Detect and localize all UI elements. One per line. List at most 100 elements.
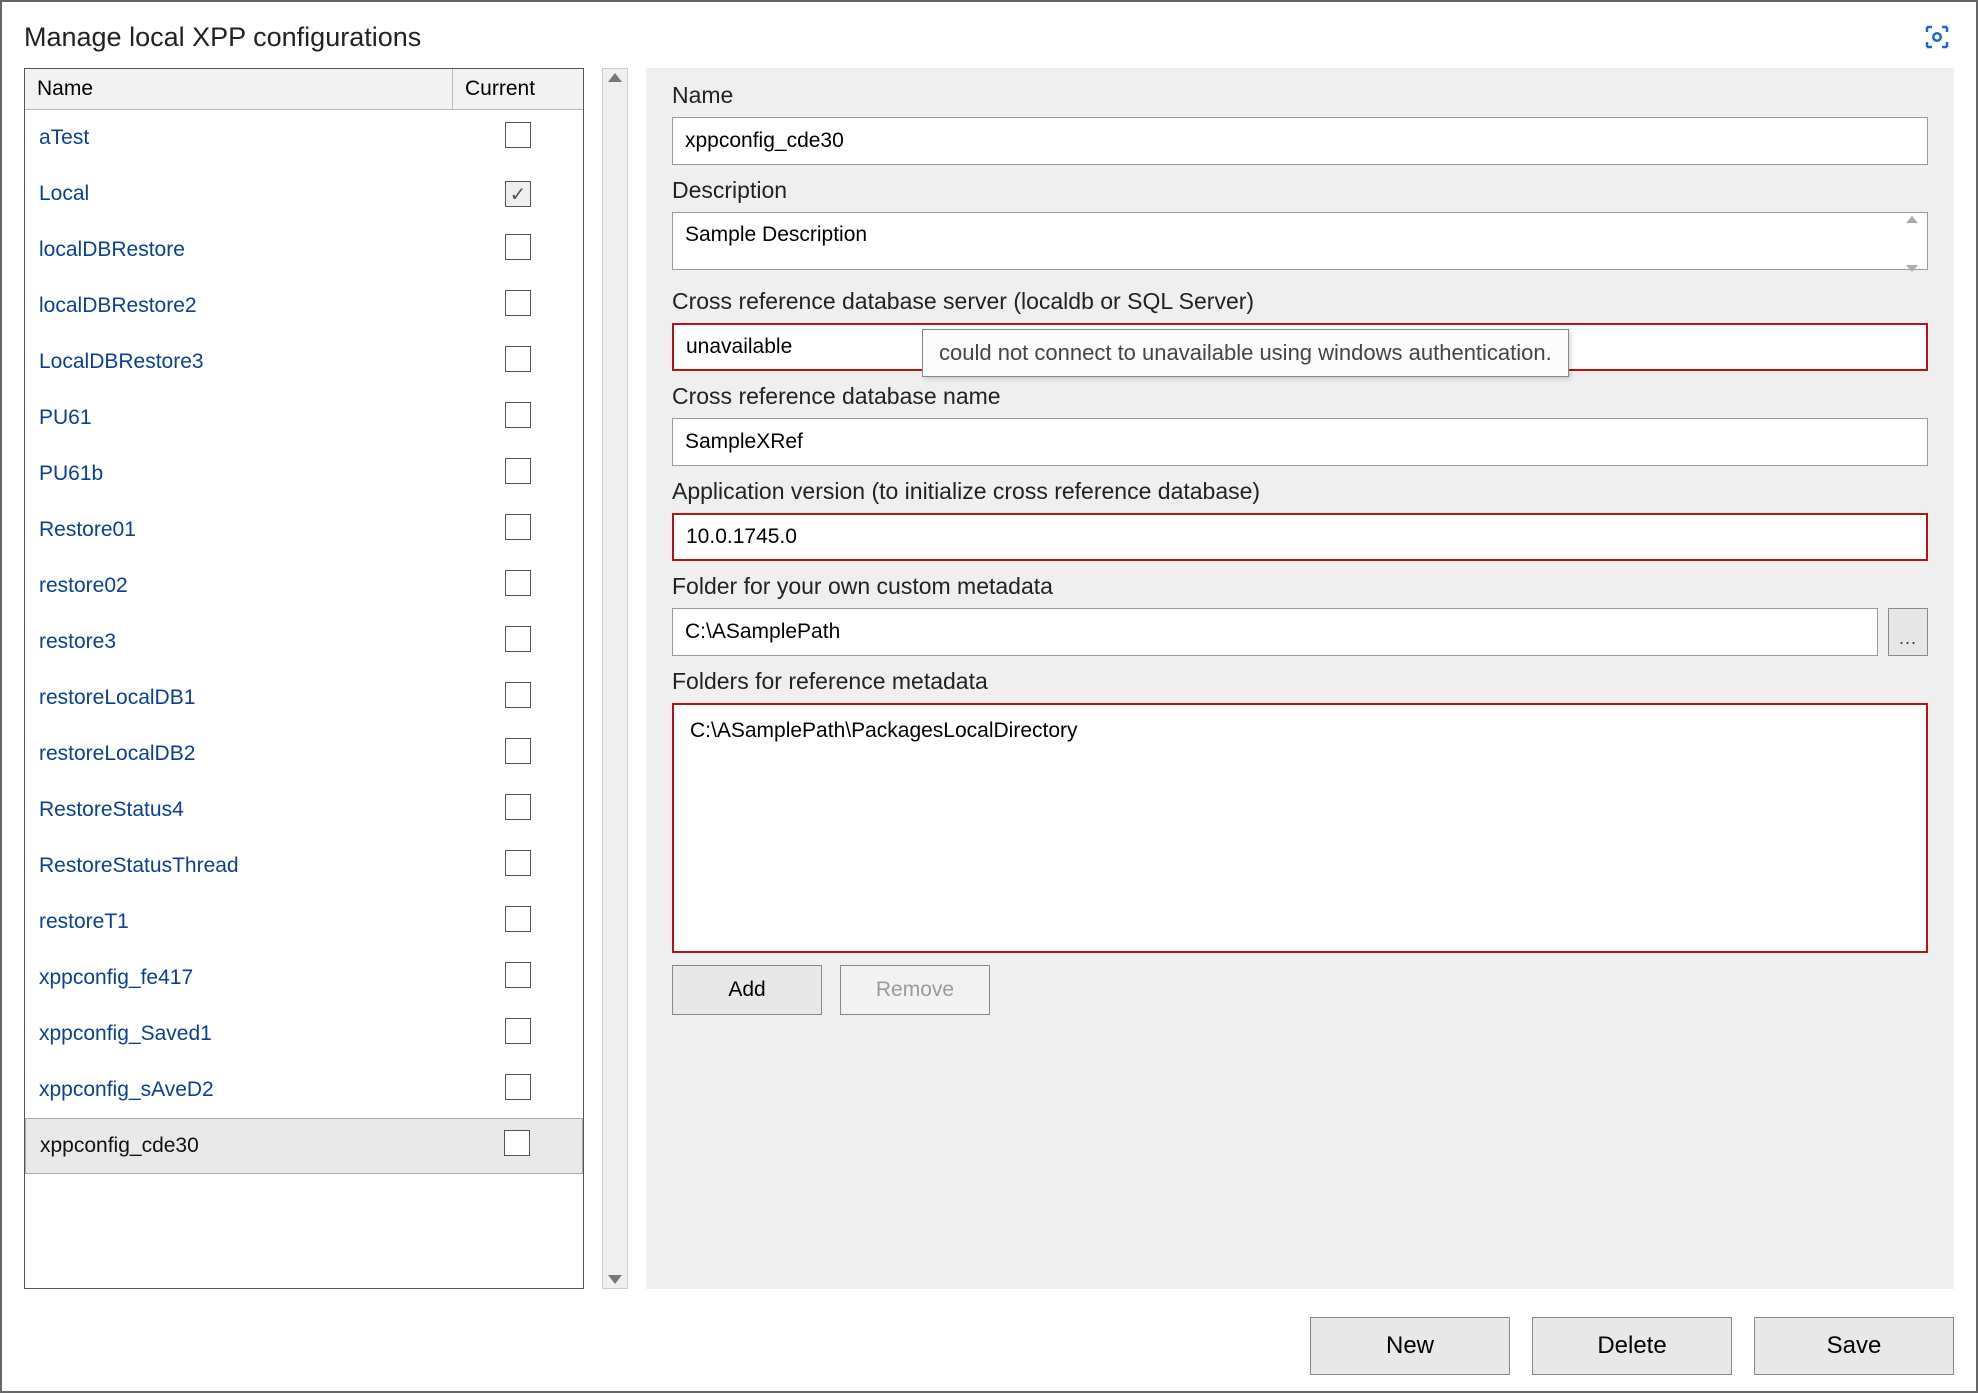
list-item-current-cell [453,850,583,882]
save-button[interactable]: Save [1754,1317,1954,1375]
list-item-name: PU61b [25,462,453,486]
list-item-current-cell [453,346,583,378]
list-item-name: Local [25,182,453,206]
current-checkbox[interactable] [505,962,531,988]
list-item-current-cell [453,682,583,714]
list-item[interactable]: restoreLocalDB1 [25,670,583,726]
list-item-current-cell [453,458,583,490]
xref-db-input[interactable] [672,418,1928,466]
list-item[interactable]: xppconfig_cde30 [25,1118,583,1174]
list-item-name: xppconfig_sAveD2 [25,1078,453,1102]
current-checkbox[interactable] [505,738,531,764]
list-item-current-cell [453,906,583,938]
list-item-current-cell [453,1074,583,1106]
current-checkbox[interactable] [505,234,531,260]
list-item-name: restoreT1 [25,910,453,934]
list-item[interactable]: xppconfig_sAveD2 [25,1062,583,1118]
description-input[interactable] [672,212,1928,270]
list-item[interactable]: PU61 [25,390,583,446]
list-item-name: LocalDBRestore3 [25,350,453,374]
list-item-current-cell [453,962,583,994]
current-checkbox[interactable] [505,458,531,484]
list-item-name: localDBRestore [25,238,453,262]
dialog-window: Manage local XPP configurations Name Cur… [0,0,1978,1393]
list-item-current-cell [453,181,583,207]
current-checkbox[interactable] [505,290,531,316]
remove-button: Remove [840,965,990,1015]
current-checkbox[interactable] [505,514,531,540]
list-item-current-cell [452,1130,582,1162]
current-checkbox[interactable] [505,570,531,596]
add-button[interactable]: Add [672,965,822,1015]
current-checkbox[interactable] [505,682,531,708]
list-item-current-cell [453,290,583,322]
list-item[interactable]: restore02 [25,558,583,614]
list-item[interactable]: xppconfig_Saved1 [25,1006,583,1062]
current-checkbox[interactable] [505,181,531,207]
list-item[interactable]: xppconfig_fe417 [25,950,583,1006]
list-item[interactable]: restore3 [25,614,583,670]
list-item[interactable]: restoreLocalDB2 [25,726,583,782]
list-item[interactable]: RestoreStatus4 [25,782,583,838]
ref-metadata-item[interactable]: C:\ASamplePath\PackagesLocalDirectory [690,719,1910,743]
current-checkbox[interactable] [505,626,531,652]
list-item[interactable]: Local [25,166,583,222]
list-item-name: PU61 [25,406,453,430]
xref-db-label: Cross reference database name [672,383,1928,410]
config-list: Name Current aTest Local localDBRestore loc… [24,68,584,1289]
list-item[interactable]: restoreT1 [25,894,583,950]
list-item-name: xppconfig_Saved1 [25,1022,453,1046]
current-checkbox[interactable] [505,1018,531,1044]
list-item-current-cell [453,234,583,266]
description-spinner[interactable] [1906,216,1924,272]
app-version-input[interactable] [672,513,1928,561]
list-item-name: aTest [25,126,453,150]
current-checkbox[interactable] [505,402,531,428]
list-item-name: localDBRestore2 [25,294,453,318]
current-checkbox[interactable] [505,346,531,372]
current-checkbox[interactable] [504,1130,530,1156]
list-item[interactable]: PU61b [25,446,583,502]
custom-metadata-input[interactable] [672,608,1878,656]
current-checkbox[interactable] [505,906,531,932]
app-version-label: Application version (to initialize cross… [672,478,1928,505]
current-checkbox[interactable] [505,122,531,148]
screenshot-icon[interactable] [1920,20,1954,54]
new-button[interactable]: New [1310,1317,1510,1375]
list-item-current-cell [453,794,583,826]
list-item[interactable]: aTest [25,110,583,166]
config-list-body[interactable]: aTest Local localDBRestore localDBRestore2 L… [25,110,583,1288]
xref-server-label: Cross reference database server (localdb… [672,288,1928,315]
list-item-current-cell [453,738,583,770]
list-item-current-cell [453,402,583,434]
description-label: Description [672,177,1928,204]
delete-button[interactable]: Delete [1532,1317,1732,1375]
current-checkbox[interactable] [505,850,531,876]
current-checkbox[interactable] [505,794,531,820]
name-input[interactable] [672,117,1928,165]
browse-button[interactable]: ... [1888,608,1928,656]
list-item[interactable]: localDBRestore2 [25,278,583,334]
list-item[interactable]: Restore01 [25,502,583,558]
xref-server-error-tooltip: could not connect to unavailable using w… [922,329,1569,377]
scroll-down-icon[interactable] [608,1275,622,1284]
list-item-name: restoreLocalDB2 [25,742,453,766]
scroll-up-icon[interactable] [608,73,622,82]
vertical-scrollbar[interactable] [602,68,628,1289]
list-item-current-cell [453,514,583,546]
ref-metadata-list[interactable]: C:\ASamplePath\PackagesLocalDirectory [672,703,1928,953]
column-header-name[interactable]: Name [25,69,453,109]
list-item-name: RestoreStatusThread [25,854,453,878]
list-item-name: xppconfig_fe417 [25,966,453,990]
dialog-button-bar: New Delete Save [1310,1317,1954,1375]
config-list-header: Name Current [25,69,583,110]
list-item[interactable]: RestoreStatusThread [25,838,583,894]
list-item-name: restoreLocalDB1 [25,686,453,710]
current-checkbox[interactable] [505,1074,531,1100]
list-item-name: restore02 [25,574,453,598]
list-item-current-cell [453,1018,583,1050]
column-header-current[interactable]: Current [453,69,583,109]
list-item-current-cell [453,570,583,602]
list-item[interactable]: LocalDBRestore3 [25,334,583,390]
list-item[interactable]: localDBRestore [25,222,583,278]
